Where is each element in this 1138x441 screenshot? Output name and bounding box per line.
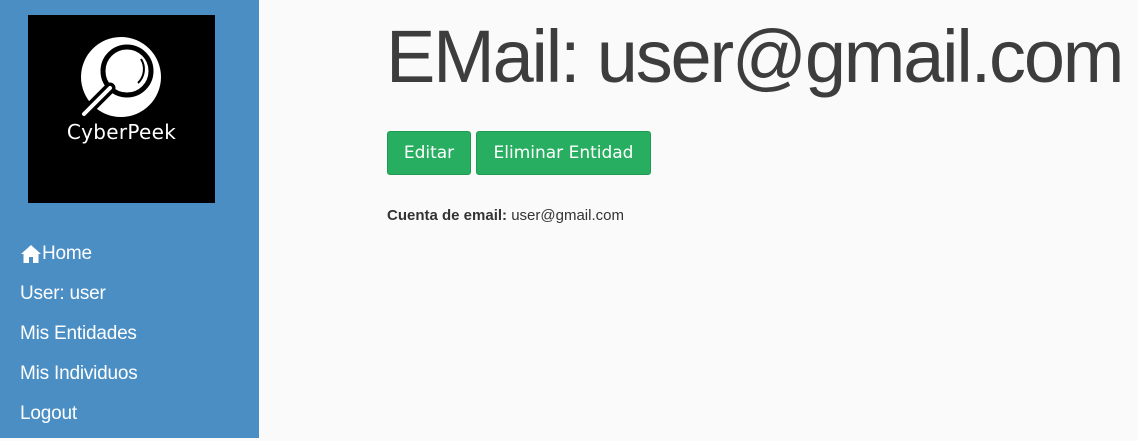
email-account-label: Cuenta de email: xyxy=(387,207,507,224)
logo-text: CyberPeek xyxy=(28,120,215,144)
sidebar: CyberPeek Home User: user Mis Entidades … xyxy=(0,0,259,438)
logo[interactable]: CyberPeek xyxy=(28,15,215,203)
page-title: EMail: user@gmail.com xyxy=(386,14,1122,99)
sidebar-item-logout[interactable]: Logout xyxy=(20,401,138,441)
sidebar-item-mis-individuos[interactable]: Mis Individuos xyxy=(20,361,138,401)
home-icon xyxy=(20,243,42,265)
email-account-value: user@gmail.com xyxy=(511,207,624,224)
email-account-field: Cuenta de email: user@gmail.com xyxy=(387,207,624,224)
sidebar-item-label: User: user xyxy=(20,281,106,307)
sidebar-item-user[interactable]: User: user xyxy=(20,281,138,321)
sidebar-item-label: Logout xyxy=(20,401,77,427)
sidebar-item-label: Mis Individuos xyxy=(20,361,138,387)
main-content: EMail: user@gmail.com Editar Eliminar En… xyxy=(259,0,1138,438)
sidebar-item-home[interactable]: Home xyxy=(20,241,138,281)
delete-entity-button[interactable]: Eliminar Entidad xyxy=(476,131,651,175)
sidebar-item-label: Mis Entidades xyxy=(20,321,137,347)
sidebar-item-mis-entidades[interactable]: Mis Entidades xyxy=(20,321,138,361)
edit-button[interactable]: Editar xyxy=(387,131,471,175)
sidebar-item-label: Home xyxy=(42,241,92,267)
magnifier-icon xyxy=(28,15,215,203)
sidebar-nav: Home User: user Mis Entidades Mis Indivi… xyxy=(20,241,138,441)
